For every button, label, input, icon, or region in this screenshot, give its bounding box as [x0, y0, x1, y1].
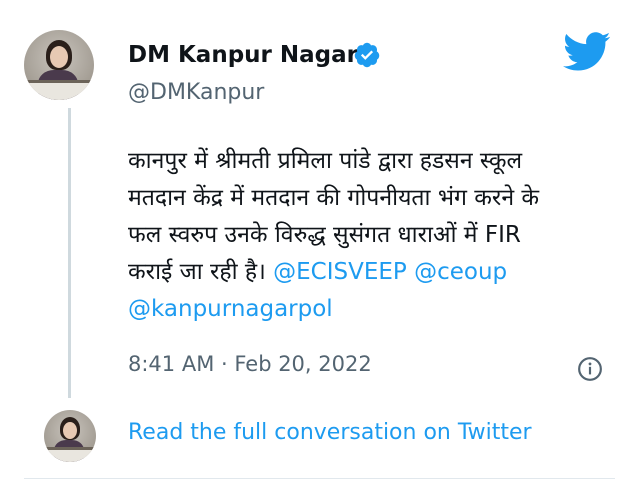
- avatar-face: [50, 46, 68, 68]
- verified-badge-icon: [354, 42, 380, 68]
- avatar[interactable]: [24, 30, 94, 100]
- mention-link[interactable]: @ECISVEEP: [273, 259, 407, 285]
- tweet-text: कानपुर में श्रीमती प्रमिला पांडे द्वारा …: [128, 143, 628, 328]
- tweet-timestamp[interactable]: 8:41 AM · Feb 20, 2022: [128, 352, 372, 376]
- avatar-desk: [44, 447, 96, 462]
- info-icon[interactable]: [577, 356, 603, 382]
- read-conversation-link[interactable]: Read the full conversation on Twitter: [128, 420, 532, 445]
- avatar[interactable]: [44, 410, 96, 462]
- thread-line: [68, 108, 71, 398]
- avatar-desk: [24, 80, 94, 100]
- avatar-face: [63, 422, 77, 439]
- tweet-text-line: फल स्वरुप उनके विरुद्ध सुसंगत धाराओं में…: [128, 222, 521, 248]
- display-name[interactable]: DM Kanpur Nagar: [128, 42, 358, 68]
- tweet-mentions-line: @kanpurnagarpol: [128, 291, 628, 328]
- tweet-text-line-with-mentions: कराई जा रही है। @ECISVEEP @ceoup: [128, 254, 628, 291]
- mention-link[interactable]: @kanpurnagarpol: [128, 296, 333, 322]
- divider: [24, 478, 615, 479]
- handle[interactable]: @DMKanpur: [128, 80, 264, 105]
- mention-link[interactable]: @ceoup: [414, 259, 507, 285]
- tweet-text-line: मतदान केंद्र में मतदान की गोपनीयता भंग क…: [128, 185, 540, 211]
- tweet-text-line: कानपुर में श्रीमती प्रमिला पांडे द्वारा …: [128, 148, 523, 174]
- tweet-text-line: कराई जा रही है।: [128, 259, 266, 285]
- twitter-bird-icon[interactable]: [563, 32, 611, 72]
